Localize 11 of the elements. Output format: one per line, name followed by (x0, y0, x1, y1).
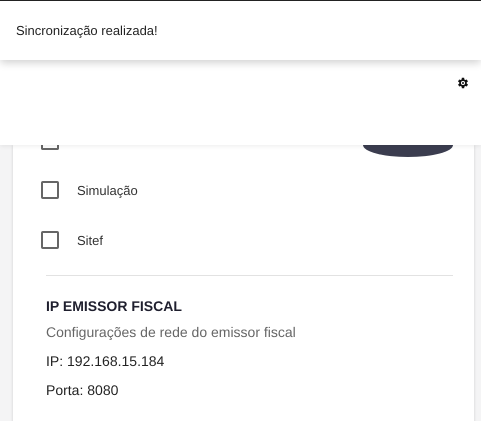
settings-icon[interactable] (456, 76, 470, 90)
section-title: IP EMISSOR FISCAL (46, 298, 183, 314)
toast-message: Sincronização realizada! (16, 23, 158, 38)
checkbox[interactable] (41, 145, 59, 150)
checkbox[interactable] (41, 181, 59, 199)
port-text: Porta: 8080 (46, 382, 120, 398)
checkbox[interactable] (41, 231, 59, 249)
checkbox-label: Sitef (77, 232, 104, 248)
checkbox-label: Simulação (77, 182, 138, 198)
ip-text: IP: 192.168.15.184 (46, 353, 166, 369)
section-subtitle: Configurações de rede do emissor fiscal (46, 324, 297, 340)
